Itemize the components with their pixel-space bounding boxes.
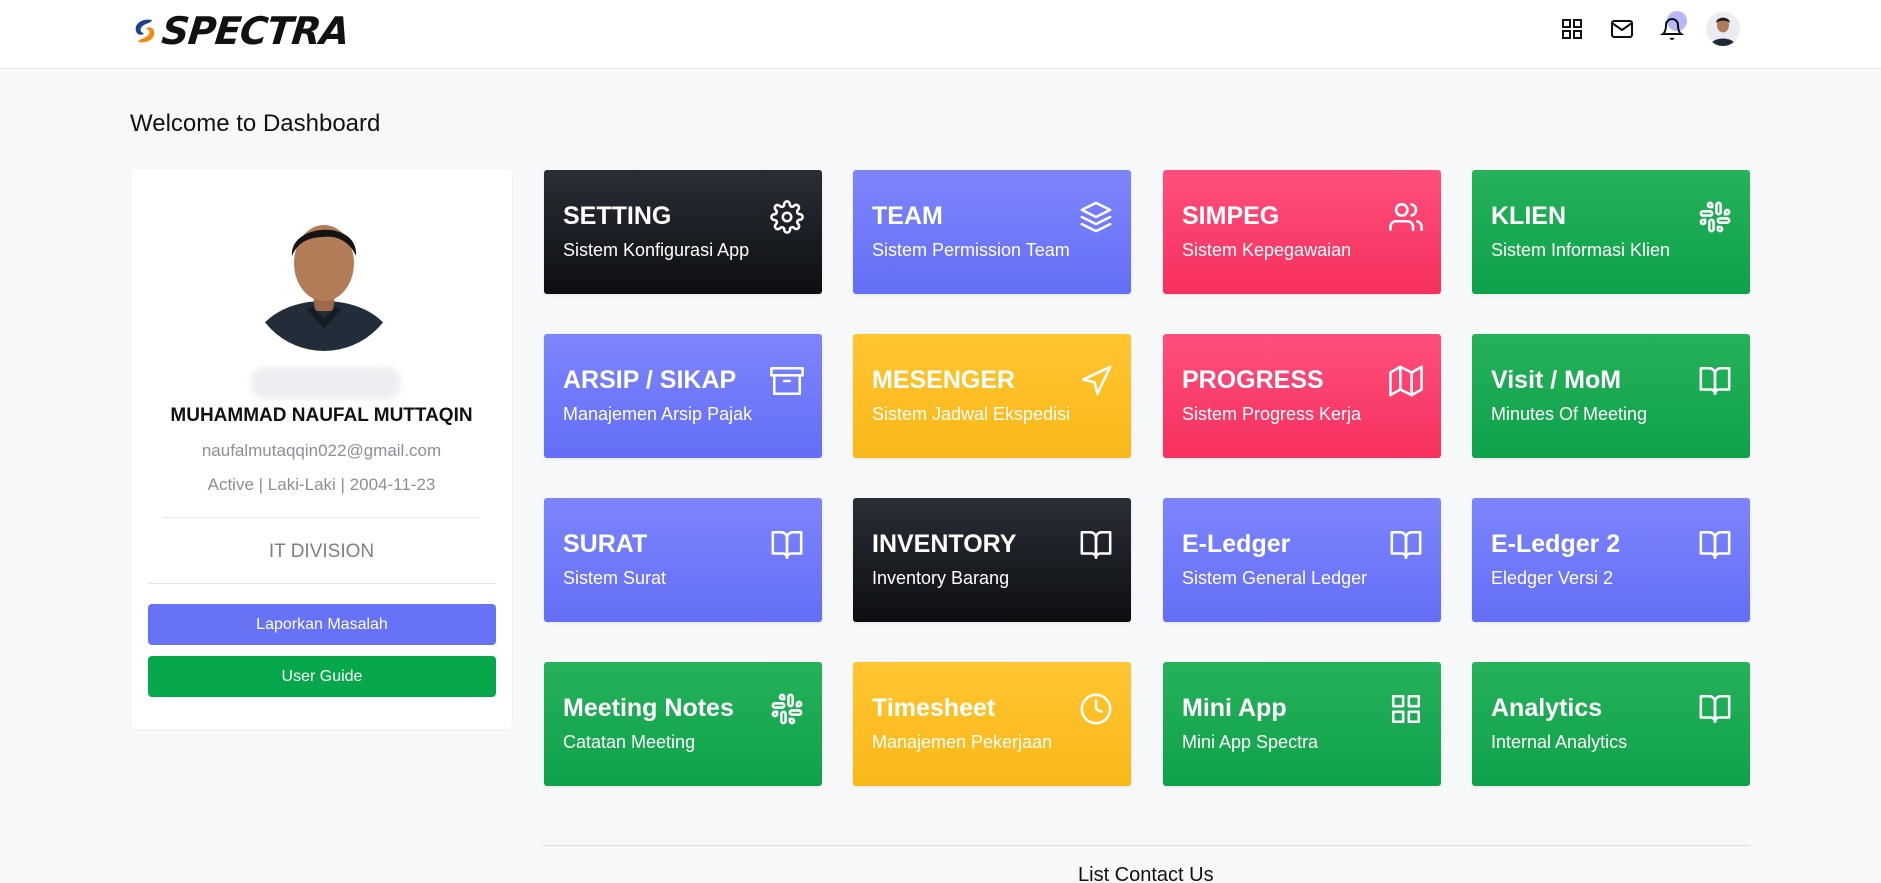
profile-card: MUHAMMAD NAUFAL MUTTAQIN naufalmutaqqin0… — [131, 169, 512, 729]
tile-visit-mom[interactable]: Visit / MoM Minutes Of Meeting — [1472, 334, 1750, 458]
divider — [163, 517, 480, 518]
tile-subtitle: Sistem Jadwal Ekspedisi — [872, 404, 1071, 424]
profile-name: MUHAMMAD NAUFAL MUTTAQIN — [170, 405, 473, 426]
apps-grid-icon — [1562, 19, 1582, 39]
user-guide-button[interactable]: User Guide — [148, 656, 496, 697]
tile-title: SURAT — [563, 530, 648, 558]
bell-icon — [1660, 18, 1684, 40]
clock-icon — [1079, 692, 1113, 726]
tile-title: Meeting Notes — [563, 694, 734, 722]
slack-icon — [1698, 200, 1732, 234]
header-actions — [1558, 11, 1740, 46]
tile-subtitle: Internal Analytics — [1491, 732, 1628, 752]
page-title: Welcome to Dashboard — [130, 110, 381, 137]
tile-mesenger[interactable]: MESENGER Sistem Jadwal Ekspedisi — [853, 334, 1131, 458]
users-icon — [1389, 200, 1423, 234]
book-open-icon — [1698, 364, 1732, 398]
tile-title: Analytics — [1491, 694, 1603, 722]
mail-icon — [1611, 20, 1633, 38]
tile-setting[interactable]: SETTING Sistem Konfigurasi App — [544, 170, 822, 294]
gear-icon — [770, 200, 804, 234]
tile-subtitle: Mini App Spectra — [1182, 732, 1319, 752]
tile-progress[interactable]: PROGRESS Sistem Progress Kerja — [1163, 334, 1441, 458]
tile-subtitle: Sistem Surat — [563, 568, 667, 588]
tile-title: SETTING — [563, 202, 672, 230]
tile-klien[interactable]: KLIEN Sistem Informasi Klien — [1472, 170, 1750, 294]
tile-title: MESENGER — [872, 366, 1016, 394]
tile-e-ledger[interactable]: E-Ledger Sistem General Ledger — [1163, 498, 1441, 622]
tile-title: Visit / MoM — [1491, 366, 1622, 394]
slack-icon — [770, 692, 804, 726]
book-open-icon — [1698, 692, 1732, 726]
tile-title: TEAM — [872, 202, 943, 230]
tile-meeting-notes[interactable]: Meeting Notes Catatan Meeting — [544, 662, 822, 786]
tile-subtitle: Manajemen Pekerjaan — [872, 732, 1053, 752]
tile-title: E-Ledger 2 — [1491, 530, 1621, 558]
avatar-image — [1706, 12, 1740, 46]
divider — [148, 583, 496, 584]
tile-subtitle: Sistem Progress Kerja — [1182, 404, 1362, 424]
book-open-icon — [1079, 528, 1113, 562]
tile-team[interactable]: TEAM Sistem Permission Team — [853, 170, 1131, 294]
top-navbar: SPECTRA — [0, 0, 1881, 69]
profile-photo — [249, 201, 399, 351]
tile-title: Mini App — [1182, 694, 1287, 722]
profile-photo-image — [249, 201, 399, 351]
redacted-text — [251, 367, 401, 399]
tile-e-ledger-2[interactable]: E-Ledger 2 Eledger Versi 2 — [1472, 498, 1750, 622]
tile-subtitle: Minutes Of Meeting — [1491, 404, 1648, 424]
spectra-logo-mark-icon — [135, 19, 155, 43]
book-open-icon — [1698, 528, 1732, 562]
tile-timesheet[interactable]: Timesheet Manajemen Pekerjaan — [853, 662, 1131, 786]
book-open-icon — [770, 528, 804, 562]
notifications-button[interactable] — [1658, 11, 1687, 43]
tile-inventory[interactable]: INVENTORY Inventory Barang — [853, 498, 1131, 622]
tile-subtitle: Sistem Kepegawaian — [1182, 240, 1352, 260]
send-icon — [1079, 364, 1113, 398]
archive-icon — [770, 364, 804, 398]
tile-arsip-sikap[interactable]: ARSIP / SIKAP Manajemen Arsip Pajak — [544, 334, 822, 458]
tile-simpeg[interactable]: SIMPEG Sistem Kepegawaian — [1163, 170, 1441, 294]
mail-button[interactable] — [1608, 15, 1636, 43]
tile-title: ARSIP / SIKAP — [563, 366, 737, 394]
profile-division: IT DIVISION — [268, 541, 375, 562]
section-divider — [543, 845, 1751, 846]
tile-subtitle: Sistem Informasi Klien — [1491, 240, 1671, 260]
profile-email: naufalmutaqqin022@gmail.com — [201, 441, 442, 460]
map-icon — [1389, 364, 1423, 398]
report-issue-button[interactable]: Laporkan Masalah — [148, 604, 496, 645]
tile-subtitle: Sistem General Ledger — [1182, 568, 1368, 588]
apps-grid-icon — [1389, 692, 1423, 726]
tile-subtitle: Eledger Versi 2 — [1491, 568, 1614, 588]
tile-title: INVENTORY — [872, 530, 1017, 558]
user-avatar[interactable] — [1706, 12, 1740, 46]
tile-title: E-Ledger — [1182, 530, 1291, 558]
apps-grid-button[interactable] — [1558, 15, 1586, 43]
book-open-icon — [1389, 528, 1423, 562]
tile-subtitle: Catatan Meeting — [563, 732, 696, 752]
tile-subtitle: Sistem Konfigurasi App — [563, 240, 750, 260]
contact-section-title: List Contact Us — [1078, 864, 1214, 883]
tile-subtitle: Sistem Permission Team — [872, 240, 1070, 260]
tile-title: SIMPEG — [1182, 202, 1280, 230]
tile-title: KLIEN — [1491, 202, 1566, 230]
tile-subtitle: Inventory Barang — [872, 568, 1010, 588]
profile-status: Active | Laki-Laki | 2004-11-23 — [207, 475, 436, 494]
tile-analytics[interactable]: Analytics Internal Analytics — [1472, 662, 1750, 786]
tile-title: Timesheet — [872, 694, 996, 722]
tile-mini-app[interactable]: Mini App Mini App Spectra — [1163, 662, 1441, 786]
tile-surat[interactable]: SURAT Sistem Surat — [544, 498, 822, 622]
layers-icon — [1079, 200, 1113, 234]
tile-title: PROGRESS — [1182, 366, 1324, 394]
tile-subtitle: Manajemen Arsip Pajak — [563, 404, 753, 424]
logo-text: SPECTRA — [159, 9, 351, 53]
spectra-logo[interactable]: SPECTRA — [130, 9, 351, 53]
